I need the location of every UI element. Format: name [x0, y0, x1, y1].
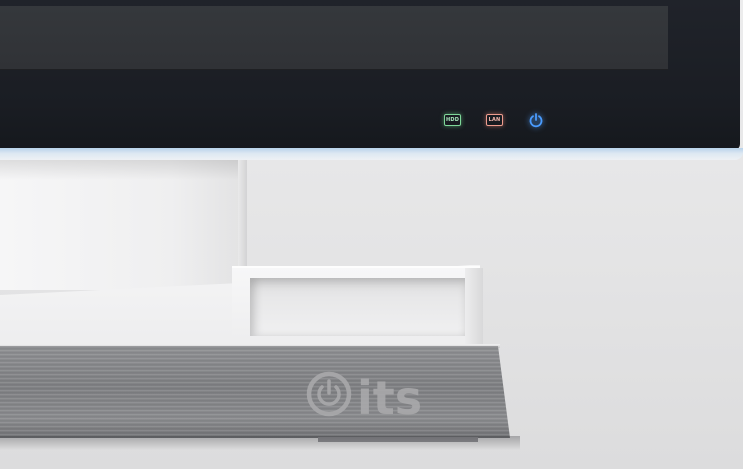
photo-scene: HDD LAN its	[0, 0, 743, 469]
monitor-screen	[0, 6, 668, 70]
stand-neck-side	[238, 160, 247, 280]
brand-logo: its	[306, 371, 422, 425]
hdd-indicator: HDD	[444, 114, 461, 126]
lan-indicator: LAN	[486, 114, 503, 126]
monitor-bezel-rim	[0, 148, 743, 160]
stand-neck-shadow	[0, 160, 245, 180]
stand-tray-well	[250, 278, 465, 336]
monitor: HDD LAN	[0, 0, 743, 160]
floor-shadow	[0, 436, 520, 450]
stand-tray-lip	[465, 268, 483, 346]
brand-power-icon	[306, 371, 352, 417]
hdd-indicator-label: HDD	[445, 116, 460, 123]
power-icon[interactable]	[528, 112, 544, 128]
brand-wordmark: its	[357, 371, 422, 425]
lan-indicator-label: LAN	[488, 116, 501, 123]
